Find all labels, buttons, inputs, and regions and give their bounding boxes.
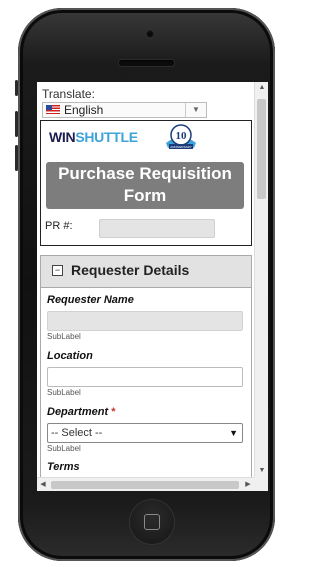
language-selected: English [64,103,104,117]
department-select[interactable]: -- Select -- ▼ [47,423,243,443]
collapse-icon[interactable]: − [52,265,63,276]
translate-label: Translate: [42,87,95,101]
form-header: WINSHUTTLE 10 ANNIVERSARY Purchase Requi… [40,120,252,246]
requester-details-section: − Requester Details Requester Name SubLa… [40,255,252,477]
requester-name-sublabel: SubLabel [47,332,81,341]
volume-down-button [15,145,18,171]
scrollbar-corner [254,477,268,491]
scroll-right-icon[interactable]: ▶ [242,478,254,491]
scroll-up-icon[interactable]: ▲ [255,82,268,94]
earpiece-speaker [119,60,174,66]
language-select[interactable]: English ▼ [42,102,207,118]
chevron-down-icon: ▼ [185,103,206,117]
department-sublabel: SubLabel [47,444,81,453]
page-content: Translate: English ▼ WINSHUTTLE 10 ANNIV… [37,82,254,477]
volume-up-button [15,111,18,137]
anniversary-badge-icon: 10 ANNIVERSARY [166,124,196,149]
department-label: Department * [47,406,116,418]
requester-name-field[interactable] [47,311,243,331]
chevron-down-icon: ▼ [229,428,238,438]
scroll-down-icon[interactable]: ▼ [255,465,268,477]
winshuttle-logo: WINSHUTTLE [49,129,138,145]
home-button[interactable] [130,500,174,544]
section-header[interactable]: − Requester Details [41,256,251,288]
requester-name-label: Requester Name [47,294,134,306]
department-selected: -- Select -- [51,427,103,439]
horizontal-scroll-thumb[interactable] [51,481,239,489]
required-marker: * [111,406,116,418]
phone-screen: Translate: English ▼ WINSHUTTLE 10 ANNIV… [37,82,268,491]
section-title: Requester Details [71,262,190,278]
horizontal-scrollbar[interactable]: ◀ ▶ [37,477,254,491]
badge-text: ANNIVERSARY [170,145,191,149]
us-flag-icon [46,105,60,114]
vertical-scroll-thumb[interactable] [257,99,266,199]
location-field[interactable] [47,367,243,387]
badge-number: 10 [176,130,188,142]
vertical-scrollbar[interactable]: ▲ ▼ [254,82,268,477]
pr-number-label: PR #: [45,220,73,232]
terms-label: Terms [47,461,80,473]
page-title: Purchase Requisition Form [46,162,244,209]
location-sublabel: SubLabel [47,388,81,397]
location-label: Location [47,350,93,362]
front-camera [146,30,154,38]
scroll-left-icon[interactable]: ◀ [37,478,49,491]
pr-number-field[interactable] [99,219,215,238]
mute-switch [15,80,18,96]
home-square-icon [144,514,160,530]
